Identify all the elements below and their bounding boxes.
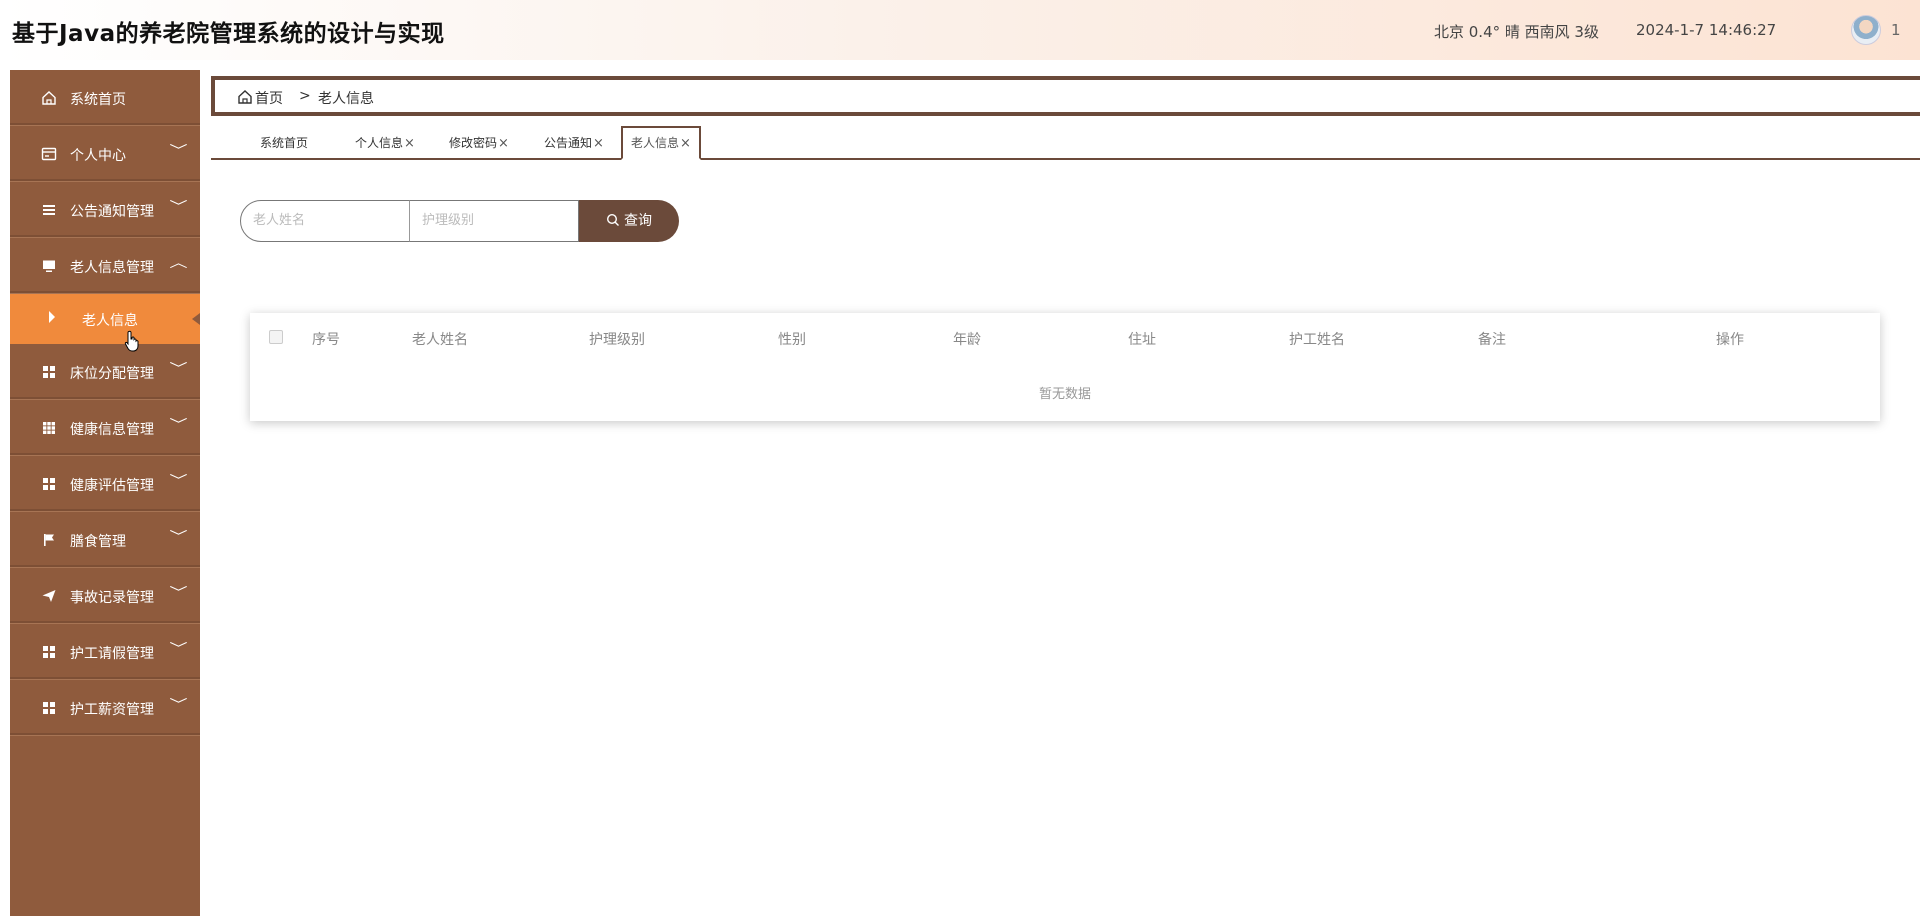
column-header-care-level: 护理级别: [589, 332, 645, 348]
chevron-down-icon: ﹀: [169, 698, 188, 713]
tab-notices[interactable]: 公告通知×: [544, 128, 604, 159]
table-header-row: 序号 老人姓名 护理级别 性别 年龄 住址 护工姓名 备注 操作: [250, 313, 1880, 363]
sidebar-item-label: 膳食管理: [70, 534, 126, 550]
chevron-down-icon: ﹀: [169, 642, 188, 657]
tab-label: 个人信息: [355, 136, 404, 150]
sidebar-menu: 系统首页 个人中心 ﹀ 公告通知管理 ﹀ 老人信息管理 ︿ 老人信息 床位分配管…: [10, 70, 200, 916]
sidebar-item-bed-allocation[interactable]: 床位分配管理 ﹀: [10, 344, 200, 400]
sidebar-item-notice-management[interactable]: 公告通知管理 ﹀: [10, 182, 200, 238]
sidebar-item-label: 床位分配管理: [70, 366, 154, 382]
grid-icon: [43, 366, 55, 378]
sidebar-item-caregiver-leave[interactable]: 护工请假管理 ﹀: [10, 624, 200, 680]
caret-right-icon: [49, 311, 55, 323]
search-button[interactable]: 查询: [579, 200, 679, 242]
sidebar-item-label: 护工薪资管理: [70, 702, 154, 718]
chevron-down-icon: ﹀: [169, 418, 188, 433]
breadcrumb-home-link[interactable]: 首页: [255, 88, 283, 108]
column-header-gender: 性别: [778, 332, 806, 348]
select-all-checkbox[interactable]: [269, 330, 283, 344]
sidebar-item-label: 健康评估管理: [70, 478, 154, 494]
chevron-down-icon: ﹀: [169, 586, 188, 601]
sidebar-item-label: 健康信息管理: [70, 422, 154, 438]
tab-change-password[interactable]: 修改密码×: [449, 128, 509, 159]
close-icon[interactable]: ×: [404, 136, 415, 151]
app-title: 基于Java的养老院管理系统的设计与实现: [12, 21, 445, 47]
care-level-input[interactable]: 护理级别: [409, 200, 579, 242]
sidebar-item-label: 公告通知管理: [70, 204, 154, 220]
grid-icon: [43, 702, 55, 714]
sidebar-item-label: 护工请假管理: [70, 646, 154, 662]
home-icon[interactable]: [237, 89, 253, 105]
chevron-down-icon: ﹀: [169, 474, 188, 489]
close-icon[interactable]: ×: [680, 136, 691, 151]
sidebar-item-health-assessment[interactable]: 健康评估管理 ﹀: [10, 456, 200, 512]
elder-info-table: 序号 老人姓名 护理级别 性别 年龄 住址 护工姓名 备注 操作 暂无数据: [250, 313, 1880, 421]
flag-icon: [44, 534, 54, 546]
close-icon[interactable]: ×: [498, 136, 509, 151]
sidebar-item-elder-info-management[interactable]: 老人信息管理 ︿: [10, 238, 200, 294]
sidebar-item-label: 个人中心: [70, 148, 126, 164]
chevron-down-icon: ﹀: [169, 362, 188, 377]
list-icon: [43, 205, 55, 215]
column-header-actions: 操作: [1716, 332, 1744, 348]
sidebar-item-health-info[interactable]: 健康信息管理 ﹀: [10, 400, 200, 456]
table-grid-icon: [43, 422, 55, 434]
weather-info: 北京 0.4° 晴 西南风 3级: [1434, 23, 1599, 41]
sidebar-item-label: 老人信息管理: [70, 260, 154, 276]
monitor-icon: [43, 260, 55, 272]
active-indicator: [192, 313, 200, 325]
column-header-address: 住址: [1128, 332, 1156, 348]
chevron-down-icon: ﹀: [169, 144, 188, 159]
tab-label: 老人信息: [631, 136, 680, 150]
grid-icon: [43, 478, 55, 490]
breadcrumb-separator: >: [299, 88, 311, 104]
page-tabs: 系统首页 个人信息× 修改密码× 公告通知× 老人信息×: [211, 125, 1920, 160]
column-header-remarks: 备注: [1478, 332, 1506, 348]
table-empty-text: 暂无数据: [1038, 387, 1091, 402]
close-icon[interactable]: ×: [593, 136, 604, 151]
tab-label: 修改密码: [449, 136, 498, 150]
tab-label: 公告通知: [544, 136, 593, 150]
breadcrumb: 首页 > 老人信息: [211, 76, 1920, 116]
grid-icon: [43, 646, 55, 658]
chevron-down-icon: ﹀: [169, 200, 188, 215]
sidebar-item-label: 系统首页: [70, 92, 126, 108]
tab-system-home[interactable]: 系统首页: [260, 128, 308, 159]
search-icon: [606, 213, 619, 226]
hand-cursor-icon: [124, 330, 139, 352]
tab-label: 系统首页: [260, 136, 309, 150]
sidebar-item-accident-records[interactable]: 事故记录管理 ﹀: [10, 568, 200, 624]
chevron-down-icon: ﹀: [169, 530, 188, 545]
sidebar-subitem-elder-info[interactable]: 老人信息: [10, 294, 200, 344]
column-header-age: 年龄: [953, 332, 981, 348]
id-card-icon: [41, 147, 57, 161]
user-count[interactable]: 1: [1891, 21, 1901, 39]
sidebar-item-caregiver-salary[interactable]: 护工薪资管理 ﹀: [10, 680, 200, 736]
elder-name-input[interactable]: 老人姓名: [240, 200, 410, 242]
breadcrumb-current: 老人信息: [318, 91, 374, 107]
tab-elder-info[interactable]: 老人信息×: [621, 126, 701, 160]
sidebar-item-label: 事故记录管理: [70, 590, 154, 606]
sidebar-item-personal-center[interactable]: 个人中心 ﹀: [10, 126, 200, 182]
user-avatar[interactable]: [1851, 15, 1881, 45]
datetime-display: 2024-1-7 14:46:27: [1636, 21, 1777, 39]
tab-personal-info[interactable]: 个人信息×: [355, 128, 415, 159]
sidebar-subitem-label: 老人信息: [82, 313, 138, 329]
home-icon: [42, 91, 56, 105]
sidebar-item-meal-management[interactable]: 膳食管理 ﹀: [10, 512, 200, 568]
column-header-elder-name: 老人姓名: [412, 332, 468, 348]
chevron-up-icon: ︿: [169, 256, 188, 271]
send-icon: [42, 590, 56, 602]
column-header-caregiver-name: 护工姓名: [1289, 332, 1345, 348]
top-header: 基于Java的养老院管理系统的设计与实现 北京 0.4° 晴 西南风 3级 20…: [0, 0, 1920, 60]
column-header-index: 序号: [312, 332, 340, 348]
search-button-label: 查询: [624, 213, 652, 229]
sidebar-item-home[interactable]: 系统首页: [10, 70, 200, 126]
